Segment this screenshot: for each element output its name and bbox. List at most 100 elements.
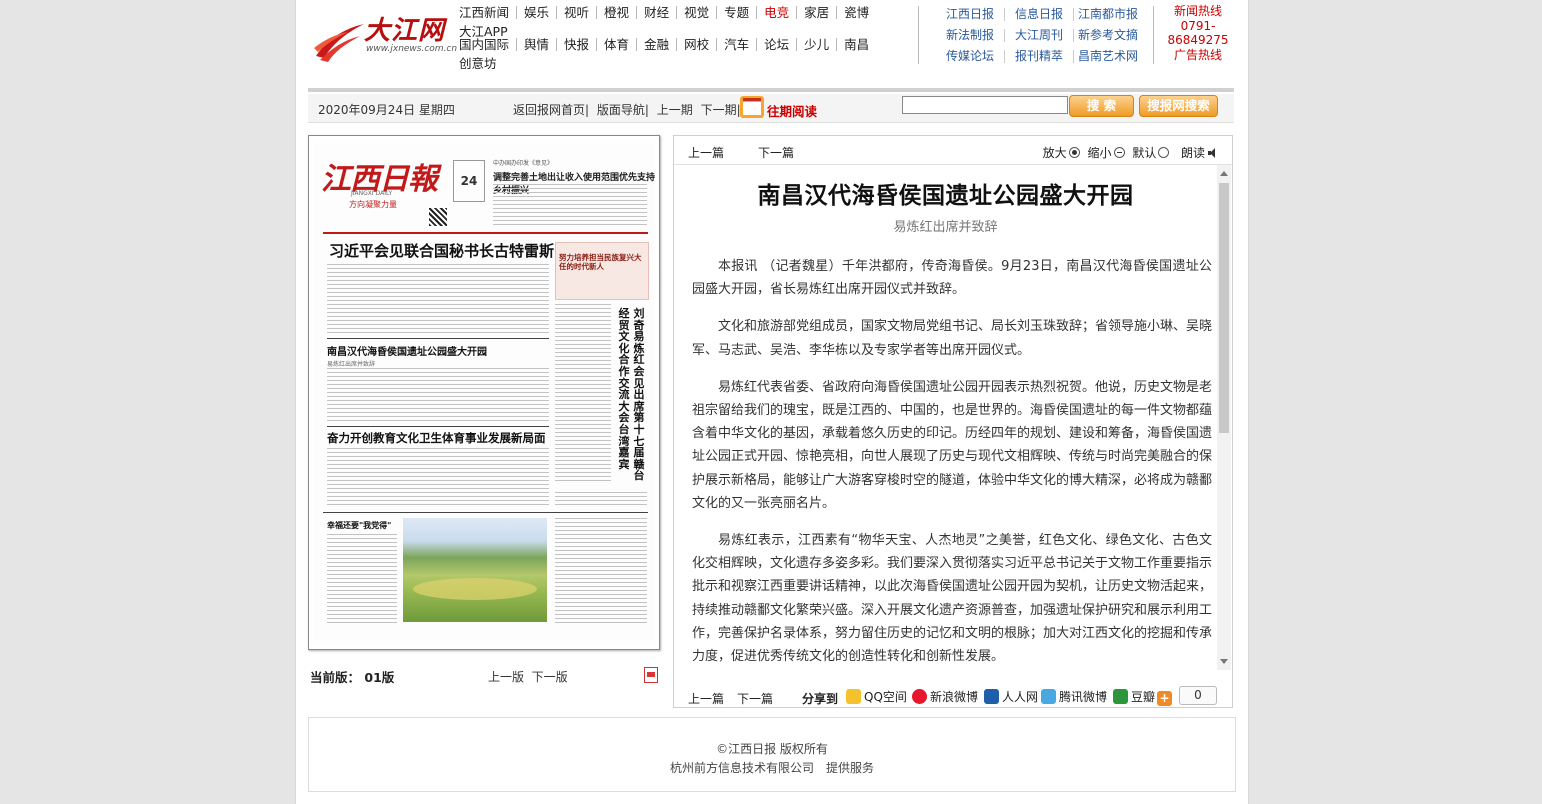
layout-nav-link[interactable]: 版面导航| <box>595 103 651 117</box>
nav-item[interactable]: 瓷博 <box>837 6 876 19</box>
paper-row: 江西日报 信息日报 江南都市报 <box>936 4 1162 25</box>
more-share-icon: + <box>1157 691 1172 706</box>
nav-item[interactable]: 财经 <box>637 6 678 19</box>
share-weibo[interactable]: 新浪微博 <box>912 688 978 705</box>
zoom-in-label[interactable]: 放大 <box>1043 146 1067 160</box>
search-input[interactable] <box>902 96 1068 114</box>
jxnews-logo[interactable]: 大江网 www.jxnews.com.cn <box>314 8 458 68</box>
rule <box>327 426 549 427</box>
share-renren[interactable]: 人人网 <box>984 688 1038 705</box>
share-douban[interactable]: 豆瓣 <box>1113 688 1155 705</box>
qr-code-icon <box>429 208 447 226</box>
nav-item[interactable]: 汽车 <box>717 38 758 51</box>
haihun-subhead: 易炼红出席并致辞 <box>327 361 376 368</box>
next-article-link[interactable]: 下一篇 <box>758 144 794 161</box>
past-issues-link[interactable]: 往期阅读 <box>767 101 817 120</box>
nav-item[interactable]: 体育 <box>597 38 638 51</box>
current-edition-label: 当前版： <box>310 670 361 685</box>
nav-item[interactable]: 舆情 <box>517 38 558 51</box>
nav-item-esports[interactable]: 电竞 <box>757 6 798 19</box>
footer: ©江西日报 版权所有 杭州前方信息技术有限公司 提供服务 <box>308 717 1236 792</box>
default-size-radio-icon[interactable] <box>1158 147 1170 158</box>
paper-link[interactable]: 报刊精萃 <box>1005 50 1074 63</box>
nav-row-1: 江西新闻 娱乐 视听 橙视 财经 视觉 专题 电竞 家居 瓷博 <box>459 4 899 21</box>
paper-link[interactable]: 信息日报 <box>1005 8 1074 21</box>
bottom-next-article-link[interactable]: 下一篇 <box>737 690 773 707</box>
zoom-out-icon[interactable] <box>1113 147 1125 158</box>
nav-item[interactable]: 橙视 <box>597 6 638 19</box>
bottom-prev-article-link[interactable]: 上一篇 <box>688 690 724 707</box>
nav-item[interactable]: 家居 <box>797 6 838 19</box>
article-toolbar: 上一篇 下一篇 放大 缩小 默认 朗读 <box>674 136 1232 165</box>
article-text: 本报讯 （记者魏星）千年洪都府，传奇海昏侯。9月23日，南昌汉代海昏侯国遗址公园… <box>692 255 1212 670</box>
calendar-icon[interactable] <box>740 96 764 118</box>
prev-article-link[interactable]: 上一篇 <box>688 144 724 161</box>
article-scrollbar[interactable] <box>1217 165 1231 670</box>
paper-link[interactable]: 传媒论坛 <box>936 50 1005 63</box>
nav-item[interactable]: 南昌 <box>837 38 876 51</box>
next-issue-link[interactable]: 下一期| <box>699 103 743 117</box>
prev-edition-link[interactable]: 上一版 <box>488 670 524 684</box>
pdf-icon[interactable] <box>644 667 658 683</box>
paper-link[interactable]: 大江周刊 <box>1005 29 1074 42</box>
hotline-number: 86849275 <box>1167 33 1229 47</box>
read-aloud-label[interactable]: 朗读 <box>1181 146 1205 160</box>
scroll-up-icon[interactable] <box>1220 171 1228 176</box>
search-button[interactable]: 搜 索 <box>1069 95 1134 117</box>
prev-issue-link[interactable]: 上一期 <box>655 103 695 117</box>
nav-item[interactable]: 视觉 <box>677 6 718 19</box>
home-link[interactable]: 返回报网首页| <box>511 103 591 117</box>
lead-headline: 习近平会见联合国秘书长古特雷斯 <box>329 242 555 260</box>
nav-item-app[interactable]: 大江APP <box>459 21 508 40</box>
share-tencent-weibo[interactable]: 腾讯微博 <box>1041 688 1107 705</box>
newspaper-date-box: 24 <box>453 160 485 202</box>
text-columns <box>555 518 647 624</box>
paper-link[interactable]: 江西日报 <box>936 8 1005 21</box>
paper-link[interactable]: 新参考文摘 <box>1074 29 1142 42</box>
main-nav: 江西新闻 娱乐 视听 橙视 财经 视觉 专题 电竞 家居 瓷博 大江APP 国内… <box>459 4 899 71</box>
nav-item-creative[interactable]: 创意坊 <box>459 53 497 72</box>
qzone-icon <box>846 689 861 704</box>
article-paragraph: 文化和旅游部党组成员，国家文物局党组书记、局长刘玉珠致辞；省领导施小琳、吴晓军、… <box>692 319 1213 358</box>
nav-item[interactable]: 娱乐 <box>517 6 558 19</box>
next-edition-link[interactable]: 下一版 <box>532 670 568 684</box>
default-size-label[interactable]: 默认 <box>1132 146 1156 160</box>
education-headline: 奋力开创教育文化卫生体育事业发展新局面 <box>327 431 546 445</box>
newspaper-slogan: 方向凝聚力量 <box>349 200 397 209</box>
page-thumbnail[interactable]: 江西日報 JIANGXI DAILY 方向凝聚力量 24 中办国办印发《意见》 … <box>308 135 660 650</box>
renren-icon <box>984 689 999 704</box>
nav-item[interactable]: 专题 <box>717 6 758 19</box>
logo-url: www.jxnews.com.cn <box>366 44 458 54</box>
nav-item[interactable]: 网校 <box>677 38 718 51</box>
newspaper-front-page: 江西日報 JIANGXI DAILY 方向凝聚力量 24 中办国办印发《意见》 … <box>313 140 655 645</box>
toolbar-links: 返回报网首页| 版面导航| 上一期 下一期| <box>511 101 743 118</box>
speaker-icon[interactable] <box>1208 148 1218 158</box>
share-qzone[interactable]: QQ空间 <box>846 688 907 705</box>
nav-item[interactable]: 金融 <box>637 38 678 51</box>
paper-link[interactable]: 江南都市报 <box>1074 8 1142 21</box>
article-panel: 上一篇 下一篇 放大 缩小 默认 朗读 南昌汉代海昏侯国遗址公园盛大开园 易炼红… <box>673 135 1233 708</box>
nav-item[interactable]: 视听 <box>557 6 598 19</box>
article-paragraph: 易炼红表示，江西素有“物华天宝、人杰地灵”之美誉，红色文化、绿色文化、古色文化交… <box>692 533 1213 665</box>
paper-link[interactable]: 昌南艺术网 <box>1074 50 1142 63</box>
share-more[interactable]: + <box>1157 688 1175 706</box>
paper-link[interactable]: 新法制报 <box>936 29 1005 42</box>
scrollbar-thumb[interactable] <box>1219 183 1229 433</box>
nav-item[interactable]: 江西新闻 <box>459 6 518 19</box>
scroll-down-icon[interactable] <box>1220 659 1228 664</box>
zoom-in-radio-icon[interactable] <box>1068 147 1080 158</box>
edition-nav: 上一版 下一版 <box>488 668 568 685</box>
share-label: 分享到 <box>802 692 839 706</box>
zoom-out-label[interactable]: 缩小 <box>1087 146 1111 160</box>
text-columns <box>327 264 549 336</box>
nav-item[interactable]: 论坛 <box>757 38 798 51</box>
nav-item[interactable]: 快报 <box>557 38 598 51</box>
hotline-block: 新闻热线 0791- 86849275 广告热线 <box>1158 4 1238 62</box>
current-edition: 当前版： 01版 <box>310 667 394 686</box>
rule <box>323 512 648 513</box>
masthead-rule <box>323 232 648 234</box>
nav-item[interactable]: 少儿 <box>797 38 838 51</box>
text-columns <box>327 448 549 508</box>
text-columns <box>327 368 549 424</box>
paper-search-button[interactable]: 搜报网搜索 <box>1139 95 1218 117</box>
